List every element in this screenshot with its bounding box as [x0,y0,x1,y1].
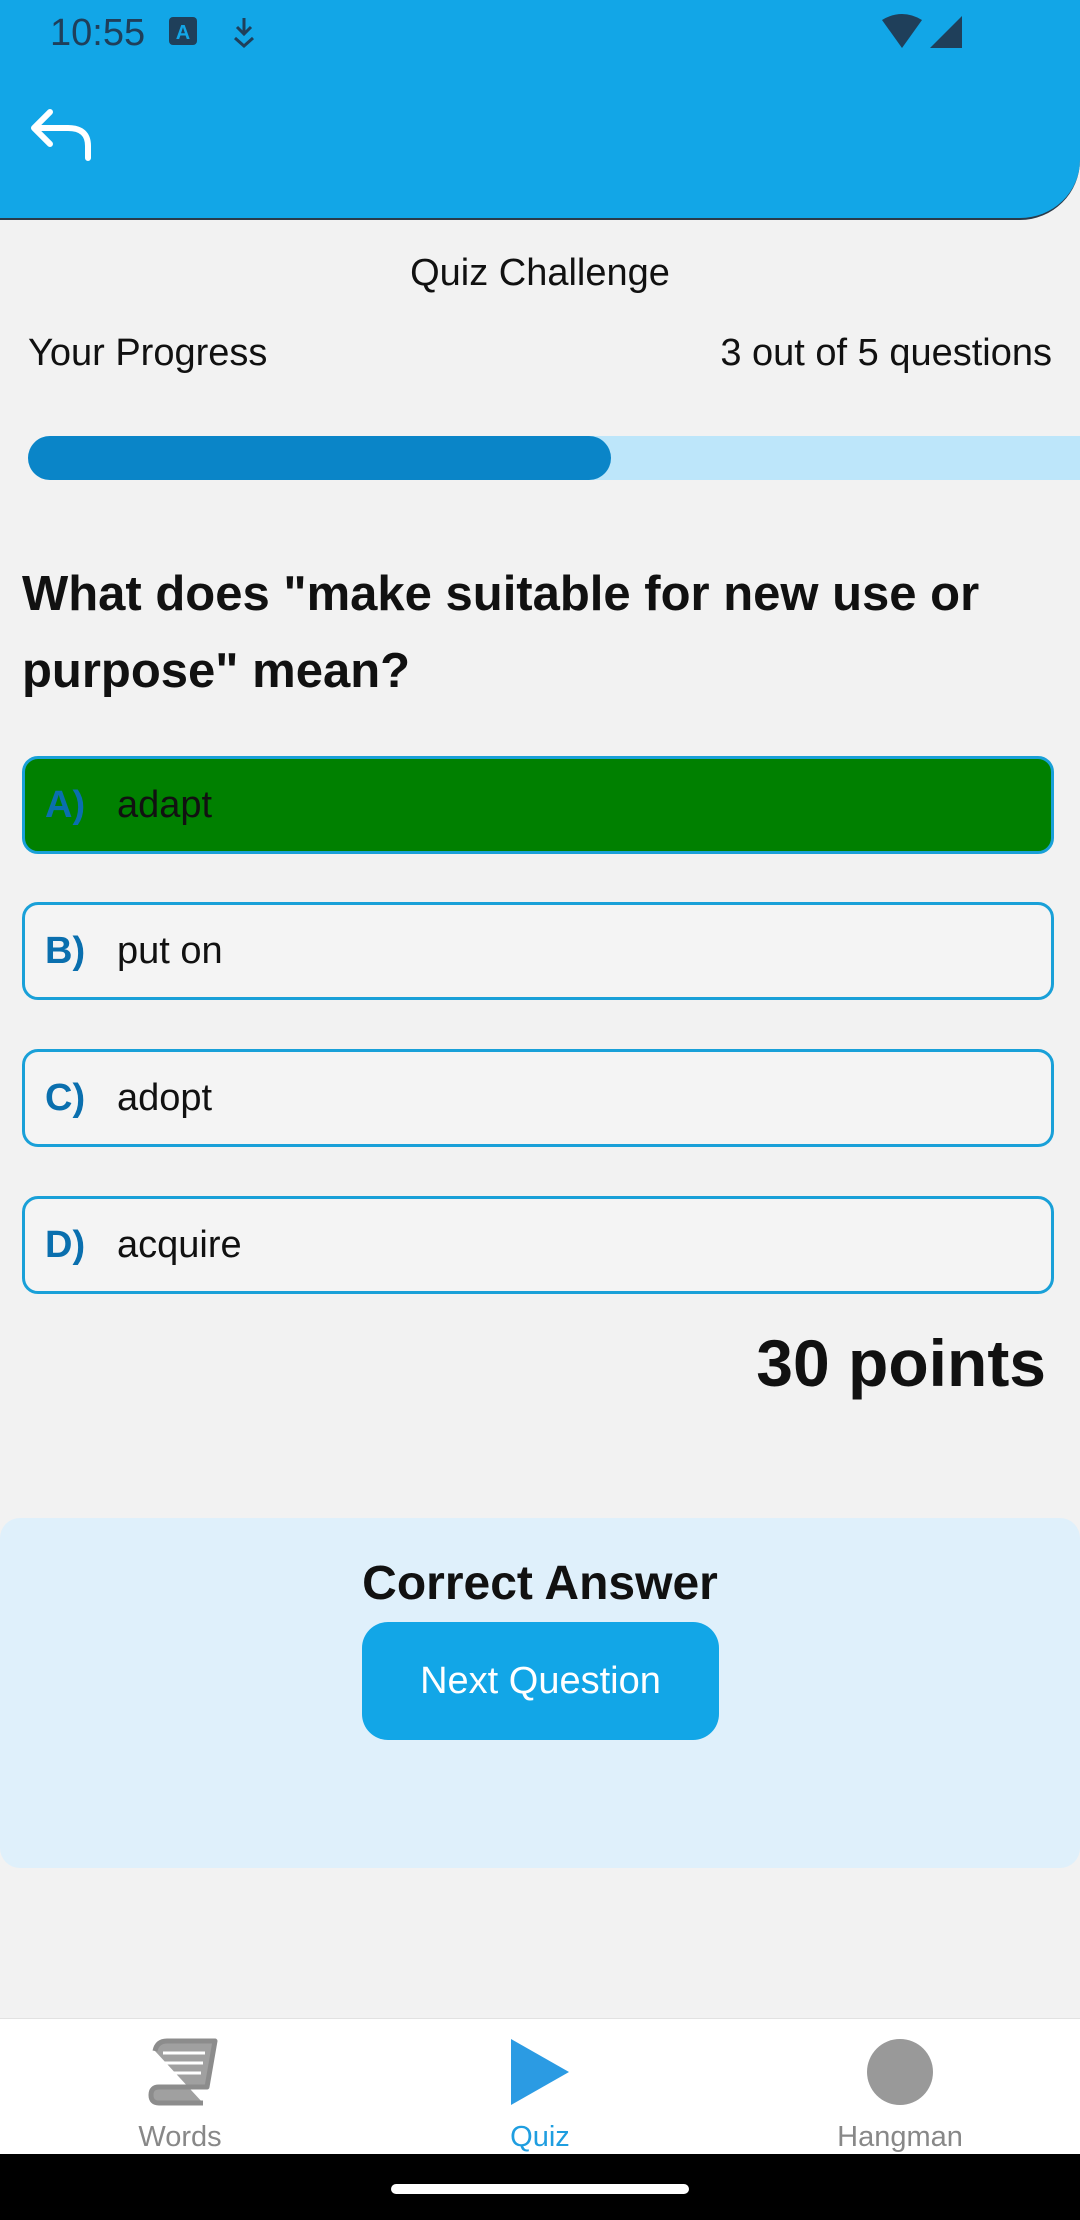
back-arrow-icon [28,109,98,174]
system-nav-bar [0,2154,1080,2220]
option-letter: D) [45,1223,86,1266]
option-a[interactable]: A) adapt [22,756,1054,854]
option-text: adopt [117,1076,213,1119]
bottom-nav: Words Quiz Hangman [0,2018,1080,2155]
circle-icon [865,2037,935,2112]
home-handle[interactable] [391,2184,689,2194]
option-c[interactable]: C) adopt [22,1049,1054,1147]
book-icon [141,2037,219,2112]
option-text: adapt [117,783,213,826]
app-header: 10:55 A [0,0,1080,220]
svg-text:A: A [176,22,190,44]
nav-label-quiz: Quiz [510,2121,570,2153]
progress-count: 3 out of 5 questions [720,332,1052,374]
option-letter: B) [45,929,86,972]
question-text: What does "make suitable for new use or … [22,567,980,698]
nav-label-hangman: Hangman [837,2121,963,2153]
nav-item-hangman[interactable]: Hangman [720,2019,1080,2155]
score-points: 30 points [756,1326,1046,1400]
nav-item-quiz[interactable]: Quiz [360,2019,720,2155]
quiz-title: Quiz Challenge [410,252,670,294]
app-a-icon: A [168,16,198,51]
result-panel: Correct Answer Next Question [0,1518,1080,1868]
status-time: 10:55 [50,12,146,54]
option-letter: A) [45,783,86,826]
nav-label-words: Words [138,2121,222,2153]
progress-label: Your Progress [28,332,268,374]
back-button[interactable] [28,100,98,170]
download-icon [230,16,258,53]
option-d[interactable]: D) acquire [22,1196,1054,1294]
option-letter: C) [45,1076,86,1119]
progress-bar-fill [28,436,612,480]
progress-bar [28,436,1080,480]
next-question-button[interactable]: Next Question [362,1622,719,1740]
result-title: Correct Answer [362,1557,718,1610]
option-b[interactable]: B) put on [22,902,1054,1000]
wifi-icon [880,14,924,55]
signal-icon [928,14,964,55]
play-icon [507,2037,573,2112]
option-text: put on [117,929,223,972]
option-text: acquire [117,1223,242,1266]
nav-item-words[interactable]: Words [0,2019,360,2155]
